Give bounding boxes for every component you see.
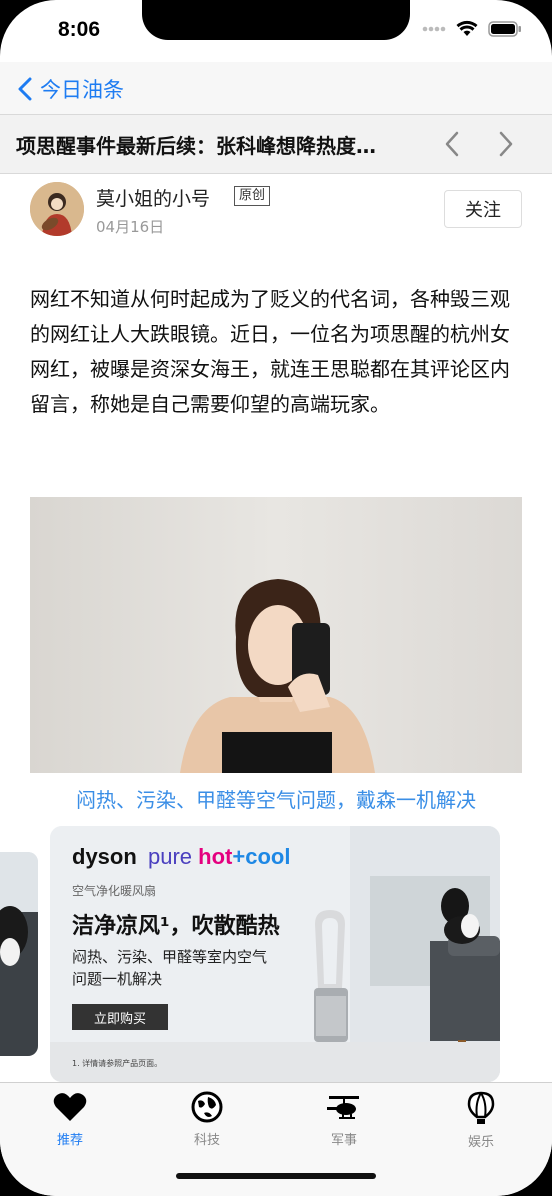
status-time: 8:06 <box>58 18 101 41</box>
chevron-left-icon <box>18 77 32 101</box>
original-badge: 原创 <box>234 186 271 206</box>
tab-entertainment[interactable]: 娱乐 <box>441 1091 521 1150</box>
next-article-icon[interactable] <box>496 129 516 159</box>
tab-military[interactable]: 军事 <box>304 1091 384 1148</box>
balloon-icon <box>467 1091 495 1124</box>
navigation-bar: 今日油条 <box>0 62 552 114</box>
tab-label: 科技 <box>193 1133 220 1148</box>
ad-tagline: pure hot+cool <box>148 844 290 870</box>
ad-headline: 洁净凉风¹，吹散酷热 <box>72 914 280 939</box>
ad-title-link[interactable]: 闷热、污染、甲醛等空气问题，戴森一机解决 <box>0 784 552 813</box>
home-indicator <box>176 1173 376 1179</box>
back-button[interactable]: 今日油条 <box>18 74 124 104</box>
ad-footnote: 1. 详情请参照产品页面。 <box>72 1059 163 1068</box>
author-row: 莫小姐的小号 原创 04月16日 关注 <box>30 182 522 242</box>
ad-tagline-cool: +cool <box>232 844 291 869</box>
ad-brand-logo: dyson <box>72 844 137 869</box>
article-photo <box>30 497 522 773</box>
ad-tagline-hot: hot <box>198 844 233 869</box>
tab-tech[interactable]: 科技 <box>167 1091 247 1148</box>
ad-subtitle: 空气净化暖风扇 <box>72 884 157 898</box>
back-label: 今日油条 <box>40 78 124 102</box>
author-name[interactable]: 莫小姐的小号 <box>96 184 210 211</box>
wifi-icon <box>456 20 478 36</box>
globe-icon <box>191 1091 223 1123</box>
status-icons <box>422 20 522 37</box>
ad-tagline-pure: pure <box>148 844 199 869</box>
article-title-bar: 项思醒事件最新后续：张科峰想降热度… <box>0 114 552 174</box>
author-avatar[interactable] <box>30 182 84 236</box>
notch <box>142 0 410 40</box>
phone-screen: 8:06 今日油条 项思醒事件最新后续：张科峰想降热度… 莫小姐的小号 原创 0… <box>0 0 552 1196</box>
tab-recommend[interactable]: 推荐 <box>30 1091 110 1148</box>
follow-button[interactable]: 关注 <box>444 190 522 228</box>
article-body: 网红不知道从何时起成为了贬义的代名词，各种毁三观的网红让人大跌眼镜。近日，一位名… <box>30 287 510 416</box>
signal-icon <box>422 26 446 31</box>
tab-label: 娱乐 <box>467 1135 494 1150</box>
buy-now-button[interactable]: 立即购买 <box>72 1004 168 1030</box>
publish-date: 04月16日 <box>96 218 165 236</box>
prev-article-icon[interactable] <box>442 129 462 159</box>
ad-card-previous[interactable] <box>0 852 38 1056</box>
ad-description: 闷热、污染、甲醛等室内空气问题一机解决 <box>72 948 268 988</box>
tab-label: 军事 <box>330 1133 357 1148</box>
article-title: 项思醒事件最新后续：张科峰想降热度… <box>16 134 376 158</box>
tab-label: 推荐 <box>56 1133 83 1148</box>
ad-card[interactable]: dyson pure hot+cool 空气净化暖风扇 洁净凉风¹，吹散酷热 闷… <box>50 826 500 1082</box>
heart-icon <box>53 1093 87 1121</box>
helicopter-icon <box>327 1096 359 1119</box>
battery-icon <box>488 20 521 37</box>
